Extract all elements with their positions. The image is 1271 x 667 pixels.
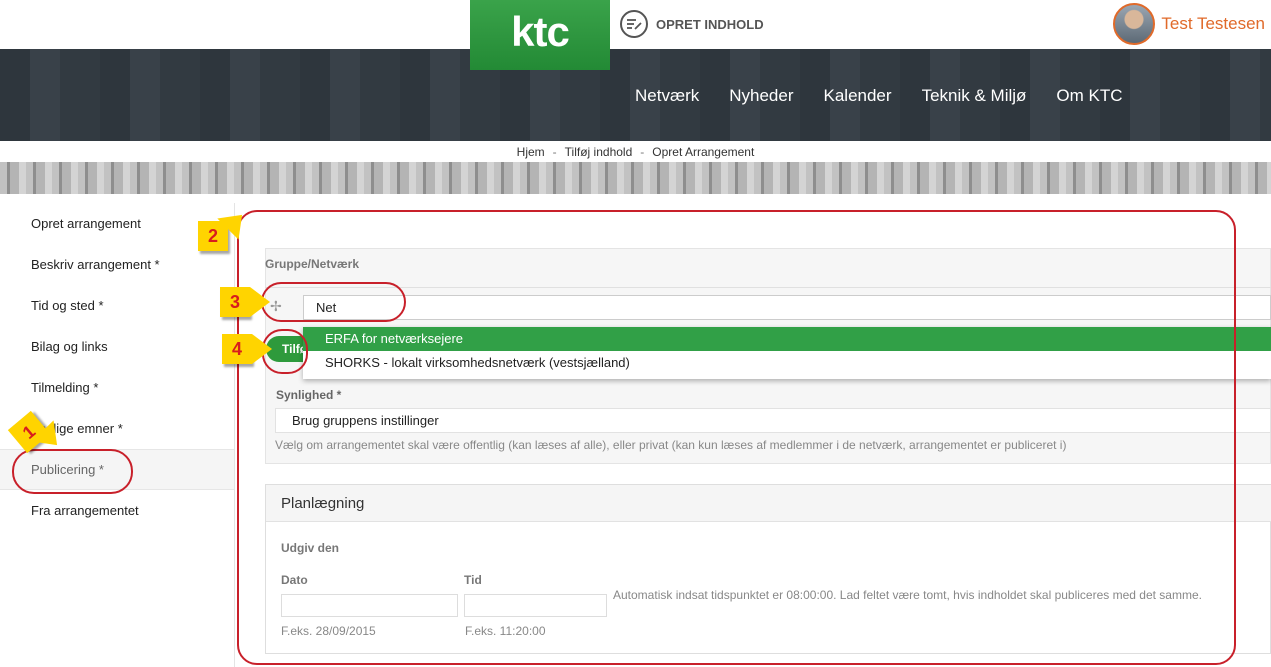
date-hint: F.eks. 28/09/2015 [281, 624, 376, 638]
callout-badge-3: 3 [220, 287, 250, 317]
callout-badge-4: 4 [222, 334, 252, 364]
sidebar-item-publicering[interactable]: Publicering * [0, 449, 234, 490]
visibility-select[interactable]: Brug gruppens instillinger [275, 408, 1271, 433]
main-navigation: Netværk Nyheder Kalender Teknik & Miljø … [0, 49, 1271, 141]
autocomplete-option-shorks[interactable]: SHORKS - lokalt virksomhedsnetværk (vest… [303, 351, 1271, 375]
nav-item-om-ktc[interactable]: Om KTC [1056, 86, 1122, 106]
time-hint: F.eks. 11:20:00 [465, 624, 546, 638]
breadcrumb-separator: - [552, 144, 557, 159]
logo-text: ktc [511, 8, 570, 55]
date-label: Dato [281, 573, 308, 587]
sidebar-item-tid-og-sted[interactable]: Tid og sted * [0, 285, 234, 326]
time-label: Tid [464, 573, 482, 587]
callout-arrow-3 [250, 287, 270, 317]
avatar [1113, 3, 1156, 45]
nav-item-nyheder[interactable]: Nyheder [729, 86, 793, 106]
visibility-help-text: Vælg om arrangementet skal være offentli… [275, 438, 1067, 452]
sidebar-item-fra-arrangementet[interactable]: Fra arrangementet [0, 490, 234, 531]
ktc-logo[interactable]: ktc [470, 0, 610, 70]
sidebar: Opret arrangement Beskriv arrangement * … [0, 203, 234, 531]
create-content-link[interactable]: OPRET INDHOLD [620, 10, 764, 38]
edit-document-icon [620, 10, 648, 38]
user-menu[interactable]: Test Testesen [1113, 3, 1265, 45]
nav-item-netvaerk[interactable]: Netværk [635, 86, 699, 106]
time-field[interactable] [464, 594, 607, 617]
create-content-label: OPRET INDHOLD [656, 16, 764, 32]
callout-arrow-4 [252, 334, 272, 364]
group-search-input[interactable]: Net [303, 295, 1271, 320]
auto-time-note: Automatisk indsat tidspunktet er 08:00:0… [613, 588, 1202, 602]
drag-handle-icon[interactable]: ✢ [270, 298, 282, 315]
publish-label: Udgiv den [281, 541, 340, 555]
autocomplete-dropdown: ERFA for netværksejere SHORKS - lokalt v… [303, 327, 1271, 379]
user-name: Test Testesen [1161, 14, 1265, 33]
breadcrumb-current: Opret Arrangement [652, 144, 755, 159]
sidebar-item-bilag-og-links[interactable]: Bilag og links [0, 326, 234, 367]
nav-item-teknik-miljo[interactable]: Teknik & Miljø [922, 86, 1027, 106]
wood-banner [0, 162, 1271, 194]
visibility-label: Synlighed * [276, 388, 342, 402]
planning-title: Planlægning [266, 485, 1271, 522]
date-field[interactable] [281, 594, 458, 617]
breadcrumb: Hjem - Tilføj indhold - Opret Arrangemen… [0, 141, 1271, 162]
breadcrumb-separator: - [640, 144, 645, 159]
group-label: Gruppe/Netværk [265, 257, 360, 271]
breadcrumb-tilfoj-indhold[interactable]: Tilføj indhold [565, 145, 633, 159]
top-bar: OPRET INDHOLD Test Testesen [0, 0, 1271, 49]
autocomplete-option-erfa[interactable]: ERFA for netværksejere [303, 327, 1271, 351]
sidebar-item-tilmelding[interactable]: Tilmelding * [0, 367, 234, 408]
nav-item-kalender[interactable]: Kalender [824, 86, 892, 106]
breadcrumb-hjem[interactable]: Hjem [517, 145, 545, 159]
